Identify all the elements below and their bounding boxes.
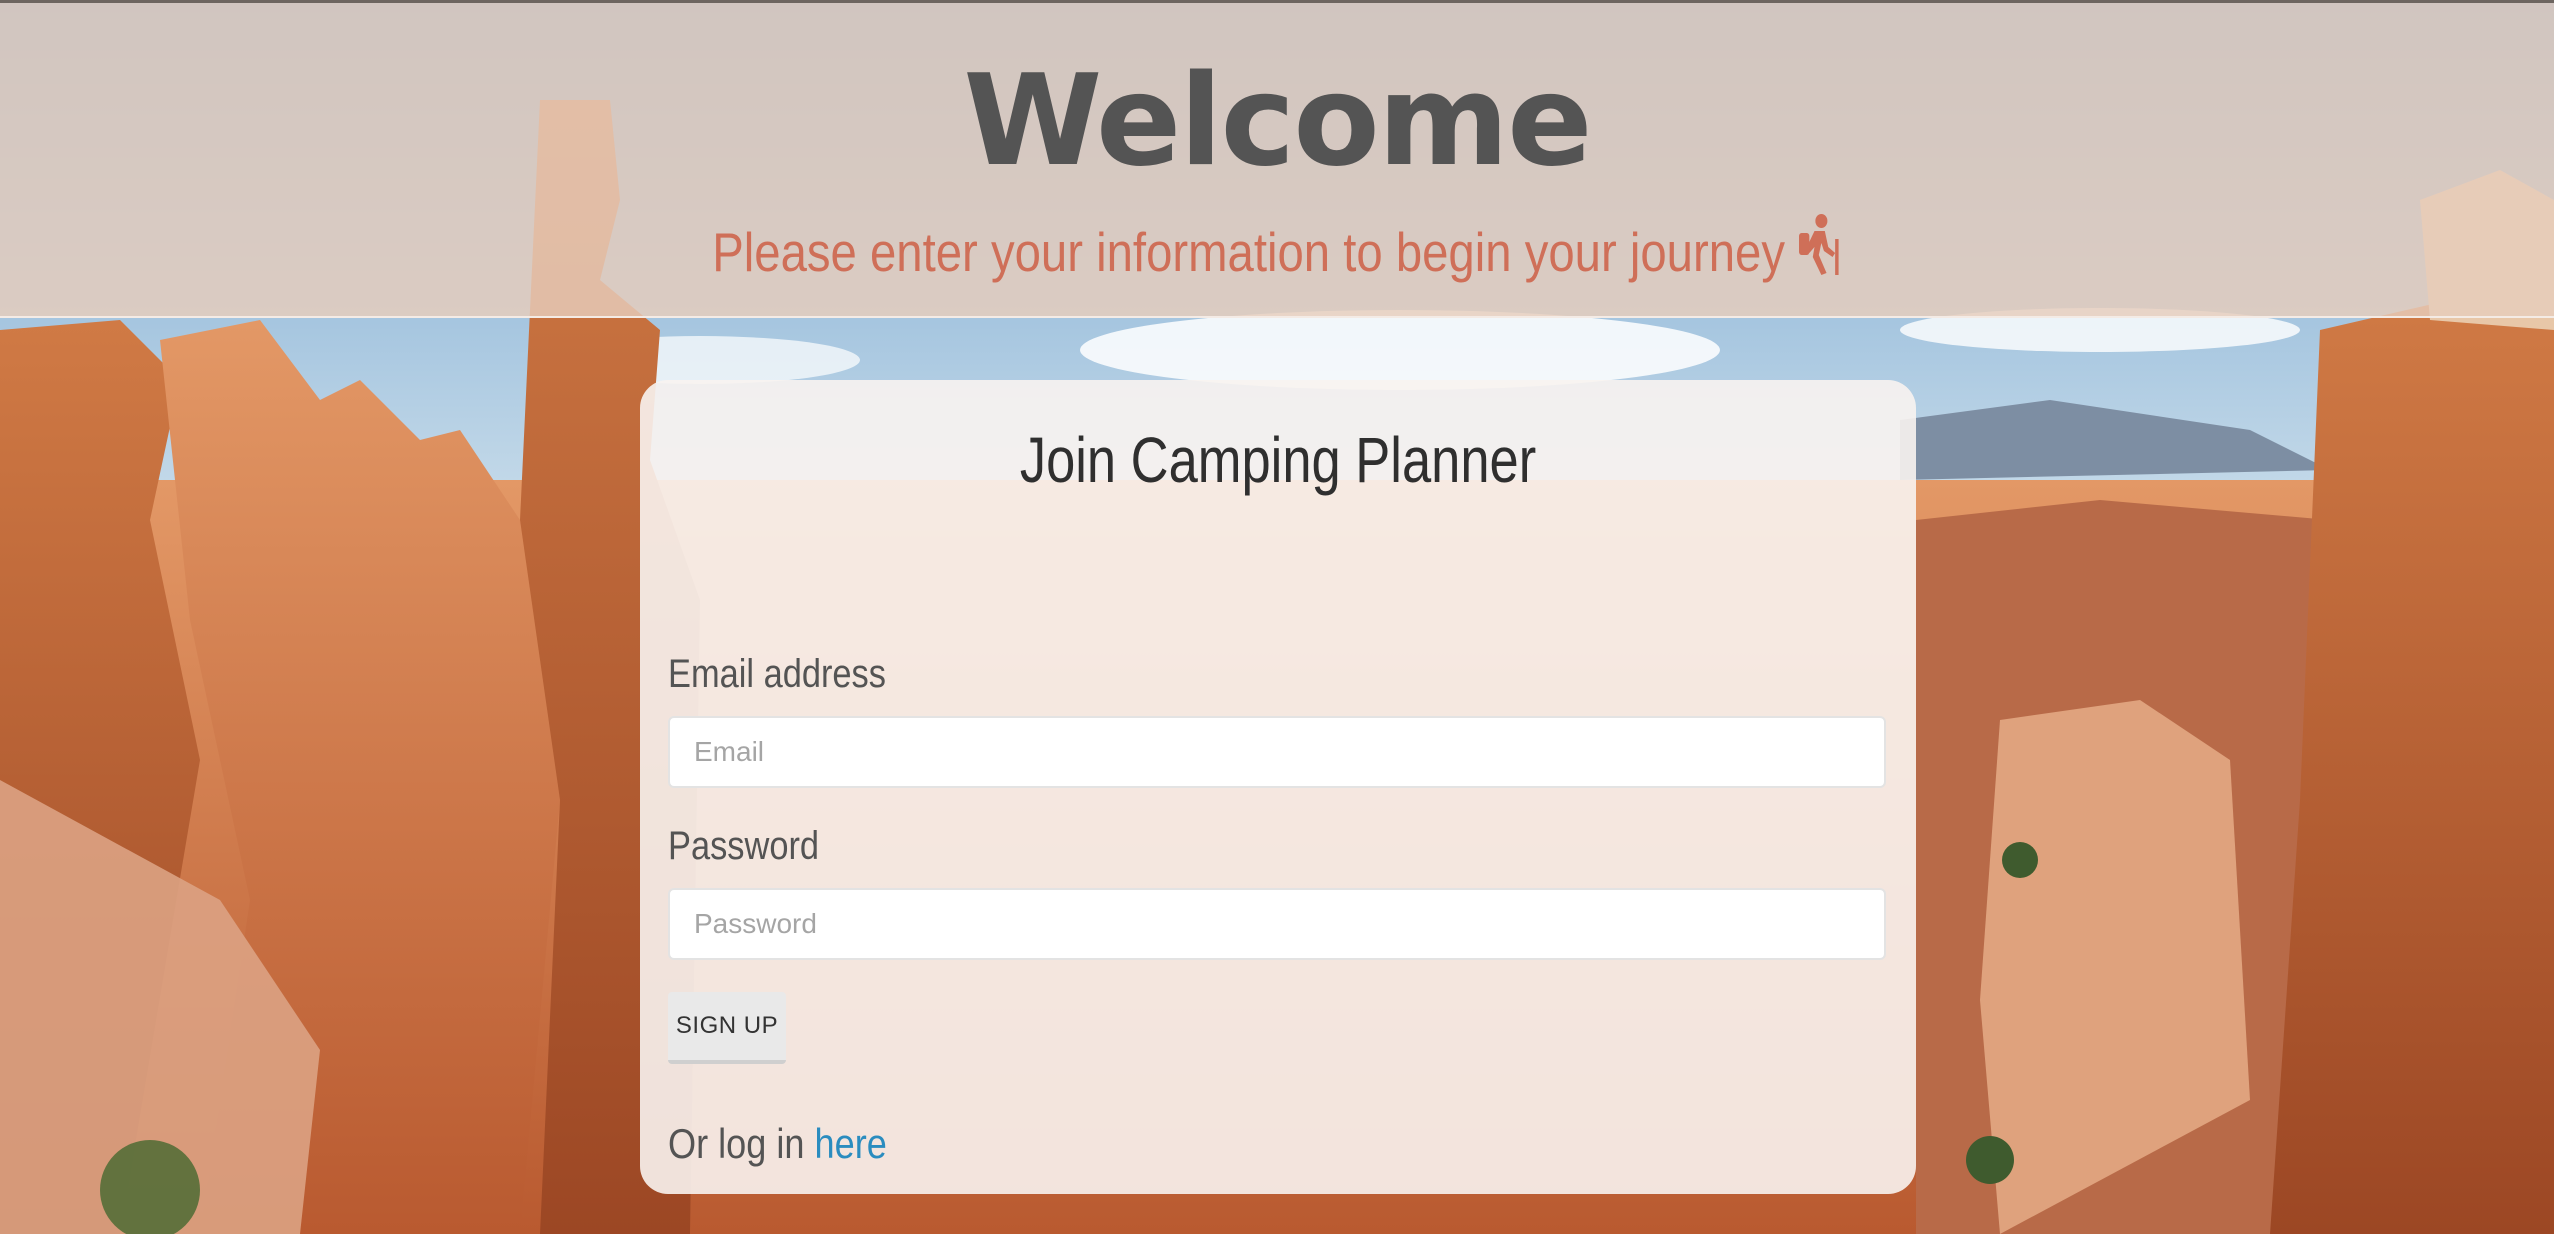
login-prompt: Or log in here <box>668 1118 887 1170</box>
login-link[interactable]: here <box>815 1120 887 1167</box>
password-label: Password <box>668 824 820 868</box>
form-title: Join Camping Planner <box>1019 424 1537 496</box>
email-label: Email address <box>668 652 886 696</box>
password-field[interactable] <box>668 888 1886 960</box>
welcome-banner: Welcome Please enter your information to… <box>0 0 2554 318</box>
page-subtitle: Please enter your information to begin y… <box>179 214 2375 295</box>
signup-button[interactable]: SIGN UP <box>668 992 786 1064</box>
page-title: Welcome <box>963 47 1592 194</box>
signup-card: Join Camping Planner Email address Passw… <box>640 380 1916 1194</box>
email-field[interactable] <box>668 716 1886 788</box>
subtitle-text: Please enter your information to begin y… <box>712 221 1785 283</box>
signup-page: Welcome Please enter your information to… <box>0 0 2554 1234</box>
login-prompt-text: Or log in <box>668 1120 815 1167</box>
hiking-icon <box>1795 213 1841 291</box>
